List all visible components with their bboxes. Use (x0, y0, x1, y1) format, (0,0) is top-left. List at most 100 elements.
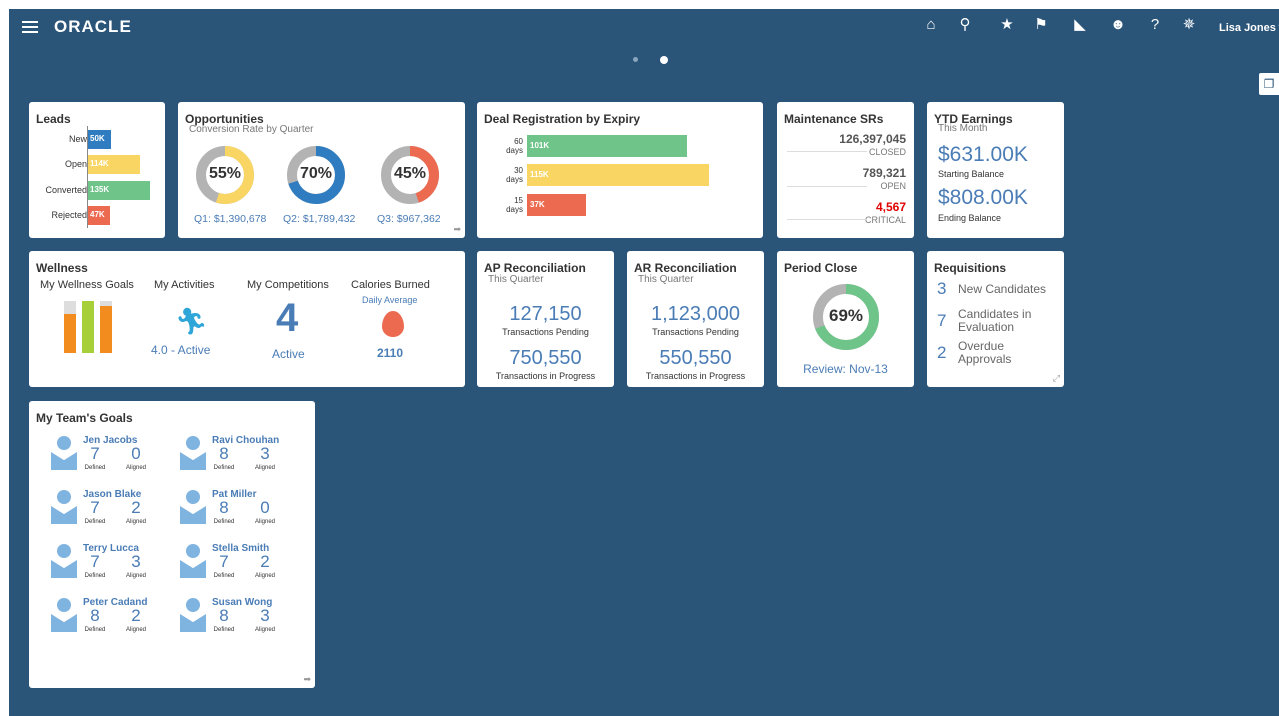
days-word: days (506, 175, 523, 184)
ytd-earnings-card[interactable]: YTD Earnings This Month $631.00K Startin… (927, 102, 1064, 238)
favorites-star-icon[interactable]: ★ (997, 15, 1017, 35)
pending-value: 1,123,000 (651, 303, 740, 325)
goal-bar[interactable] (100, 306, 112, 353)
deal-bar[interactable]: 101K (527, 135, 687, 157)
req-count-overdue: 2 (937, 343, 947, 362)
home-icon[interactable]: ⌂ (921, 15, 941, 35)
leads-card[interactable]: Leads New 50K Open 114K Converted 135K Rejecte… (29, 102, 165, 238)
wellness-card[interactable]: Wellness My Wellness Goals My Activities… (29, 251, 465, 387)
card-subtitle: This Quarter (488, 274, 544, 285)
critical-count: 4,567 (875, 200, 906, 214)
opportunity-donut[interactable]: 70% (287, 146, 345, 204)
team-member[interactable]: Peter Cadand 8 2 Defined Aligned (49, 597, 169, 648)
req-count-new: 3 (937, 279, 947, 298)
defined-count: 7 (90, 498, 100, 517)
accessibility-icon[interactable]: ☻ (1108, 15, 1128, 35)
activities-heading: My Activities (154, 279, 215, 291)
pending-label: Transactions Pending (652, 327, 739, 337)
team-member[interactable]: Jen Jacobs 7 0 Defined Aligned (49, 435, 169, 486)
ar-reconciliation-card[interactable]: AR Reconciliation This Quarter 1,123,000… (627, 251, 764, 387)
donut-percent: 45% (393, 165, 427, 182)
runner-icon: 🏃︎ (175, 306, 209, 336)
aligned-count: 2 (131, 498, 141, 517)
competitions-heading: My Competitions (247, 279, 329, 291)
user-menu[interactable]: Lisa Jones ▾ (1219, 21, 1279, 34)
starting-balance-label: Starting Balance (938, 169, 1005, 179)
competitions-count: 4 (276, 296, 299, 340)
card-title: Requisitions (934, 261, 1007, 275)
lead-label: New (68, 134, 87, 144)
progress-label: Transactions in Progress (645, 371, 746, 381)
team-goals-card[interactable]: My Team's Goals Jen Jacobs 7 0 Defined Align… (29, 401, 315, 688)
lead-bar[interactable]: 135K (88, 181, 150, 200)
deal-row: 30 days 115K (477, 164, 763, 186)
lead-bar[interactable]: 50K (88, 130, 111, 149)
team-member[interactable]: Jason Blake 7 2 Defined Aligned (49, 489, 169, 540)
search-icon[interactable]: ⚲ (955, 15, 975, 35)
starting-balance-value: $631.00K (938, 143, 1028, 166)
card-title: Maintenance SRs (784, 112, 884, 126)
avatar-head-icon (186, 490, 200, 504)
page-dot-2[interactable] (660, 56, 668, 64)
progress-label: Transactions in Progress (495, 371, 596, 381)
lead-label: Open (64, 159, 87, 169)
deal-value: 115K (530, 170, 549, 179)
team-member[interactable]: Ravi Chouhan 8 3 Defined Aligned (178, 435, 298, 486)
forward-arrow-icon[interactable]: ➡ (303, 674, 311, 685)
avatar-head-icon (57, 490, 71, 504)
notifications-bell-icon[interactable]: ◣ (1070, 15, 1090, 35)
forward-arrow-icon[interactable]: ➡ (453, 224, 461, 235)
period-close-card[interactable]: Period Close 69% Review: Nov-13 (777, 251, 914, 387)
lead-value: 50K (90, 134, 105, 143)
aligned-label: Aligned (254, 465, 275, 471)
quarter-amount: Q1: $1,390,678 (194, 213, 267, 225)
avatar-body-icon (180, 506, 206, 524)
opportunities-card[interactable]: Opportunities Conversion Rate by Quarter… (178, 102, 465, 238)
avatar-body-icon (180, 560, 206, 578)
req-label-overdue-2: Approvals (958, 352, 1012, 366)
defined-label: Defined (213, 573, 235, 579)
team-member[interactable]: Pat Miller 8 0 Defined Aligned (178, 489, 298, 540)
settings-gear-icon[interactable]: ✵ (1179, 15, 1199, 35)
divider (787, 186, 867, 187)
defined-count: 8 (219, 606, 229, 625)
period-close-donut[interactable]: 69% (813, 284, 879, 350)
ending-balance-value: $808.00K (938, 186, 1028, 209)
defined-count: 7 (90, 552, 100, 571)
team-member[interactable]: Terry Lucca 7 3 Defined Aligned (49, 543, 169, 594)
activity-level: 4.0 - Active (151, 343, 211, 357)
pending-value: 127,150 (509, 303, 582, 325)
deal-bar[interactable]: 37K (527, 194, 586, 216)
panel-drawer-icon[interactable]: ❐ (1259, 73, 1279, 95)
oracle-logo[interactable]: ORACLE (54, 17, 132, 37)
deal-registration-card[interactable]: Deal Registration by Expiry 60 days 101K 30… (477, 102, 763, 238)
aligned-count: 0 (131, 444, 141, 463)
lead-value: 114K (90, 159, 109, 168)
menu-icon[interactable] (22, 21, 38, 33)
expand-icon[interactable]: ⤢ (1053, 373, 1060, 384)
defined-count: 7 (219, 552, 229, 571)
opportunity-donut[interactable]: 45% (381, 146, 439, 204)
maintenance-srs-card[interactable]: Maintenance SRs 126,397,045 CLOSED 789,3… (777, 102, 914, 238)
help-icon[interactable]: ? (1145, 15, 1165, 35)
lead-label: Converted (45, 185, 87, 195)
opportunity-donut[interactable]: 55% (196, 146, 254, 204)
card-subtitle: Conversion Rate by Quarter (189, 124, 314, 135)
lead-bar[interactable]: 47K (88, 206, 110, 225)
requisitions-card[interactable]: Requisitions 3 New Candidates 7 Candidat… (927, 251, 1064, 387)
team-member[interactable]: Stella Smith 7 2 Defined Aligned (178, 543, 298, 594)
lead-bar[interactable]: 114K (88, 155, 141, 174)
goal-bar[interactable] (64, 314, 76, 353)
aligned-label: Aligned (125, 519, 146, 525)
deal-bar[interactable]: 115K (527, 164, 709, 186)
progress-value: 550,550 (659, 347, 732, 369)
closed-count: 126,397,045 (839, 132, 906, 146)
ap-reconciliation-card[interactable]: AP Reconciliation This Quarter 127,150 T… (477, 251, 614, 387)
team-member[interactable]: Susan Wong 8 3 Defined Aligned (178, 597, 298, 648)
defined-label: Defined (84, 627, 106, 633)
flag-icon[interactable]: ⚑ (1031, 15, 1051, 35)
goal-bar[interactable] (82, 301, 94, 353)
lead-value: 47K (90, 210, 105, 219)
days-label: 15 days (497, 196, 523, 214)
page-dot-1[interactable] (633, 57, 638, 62)
